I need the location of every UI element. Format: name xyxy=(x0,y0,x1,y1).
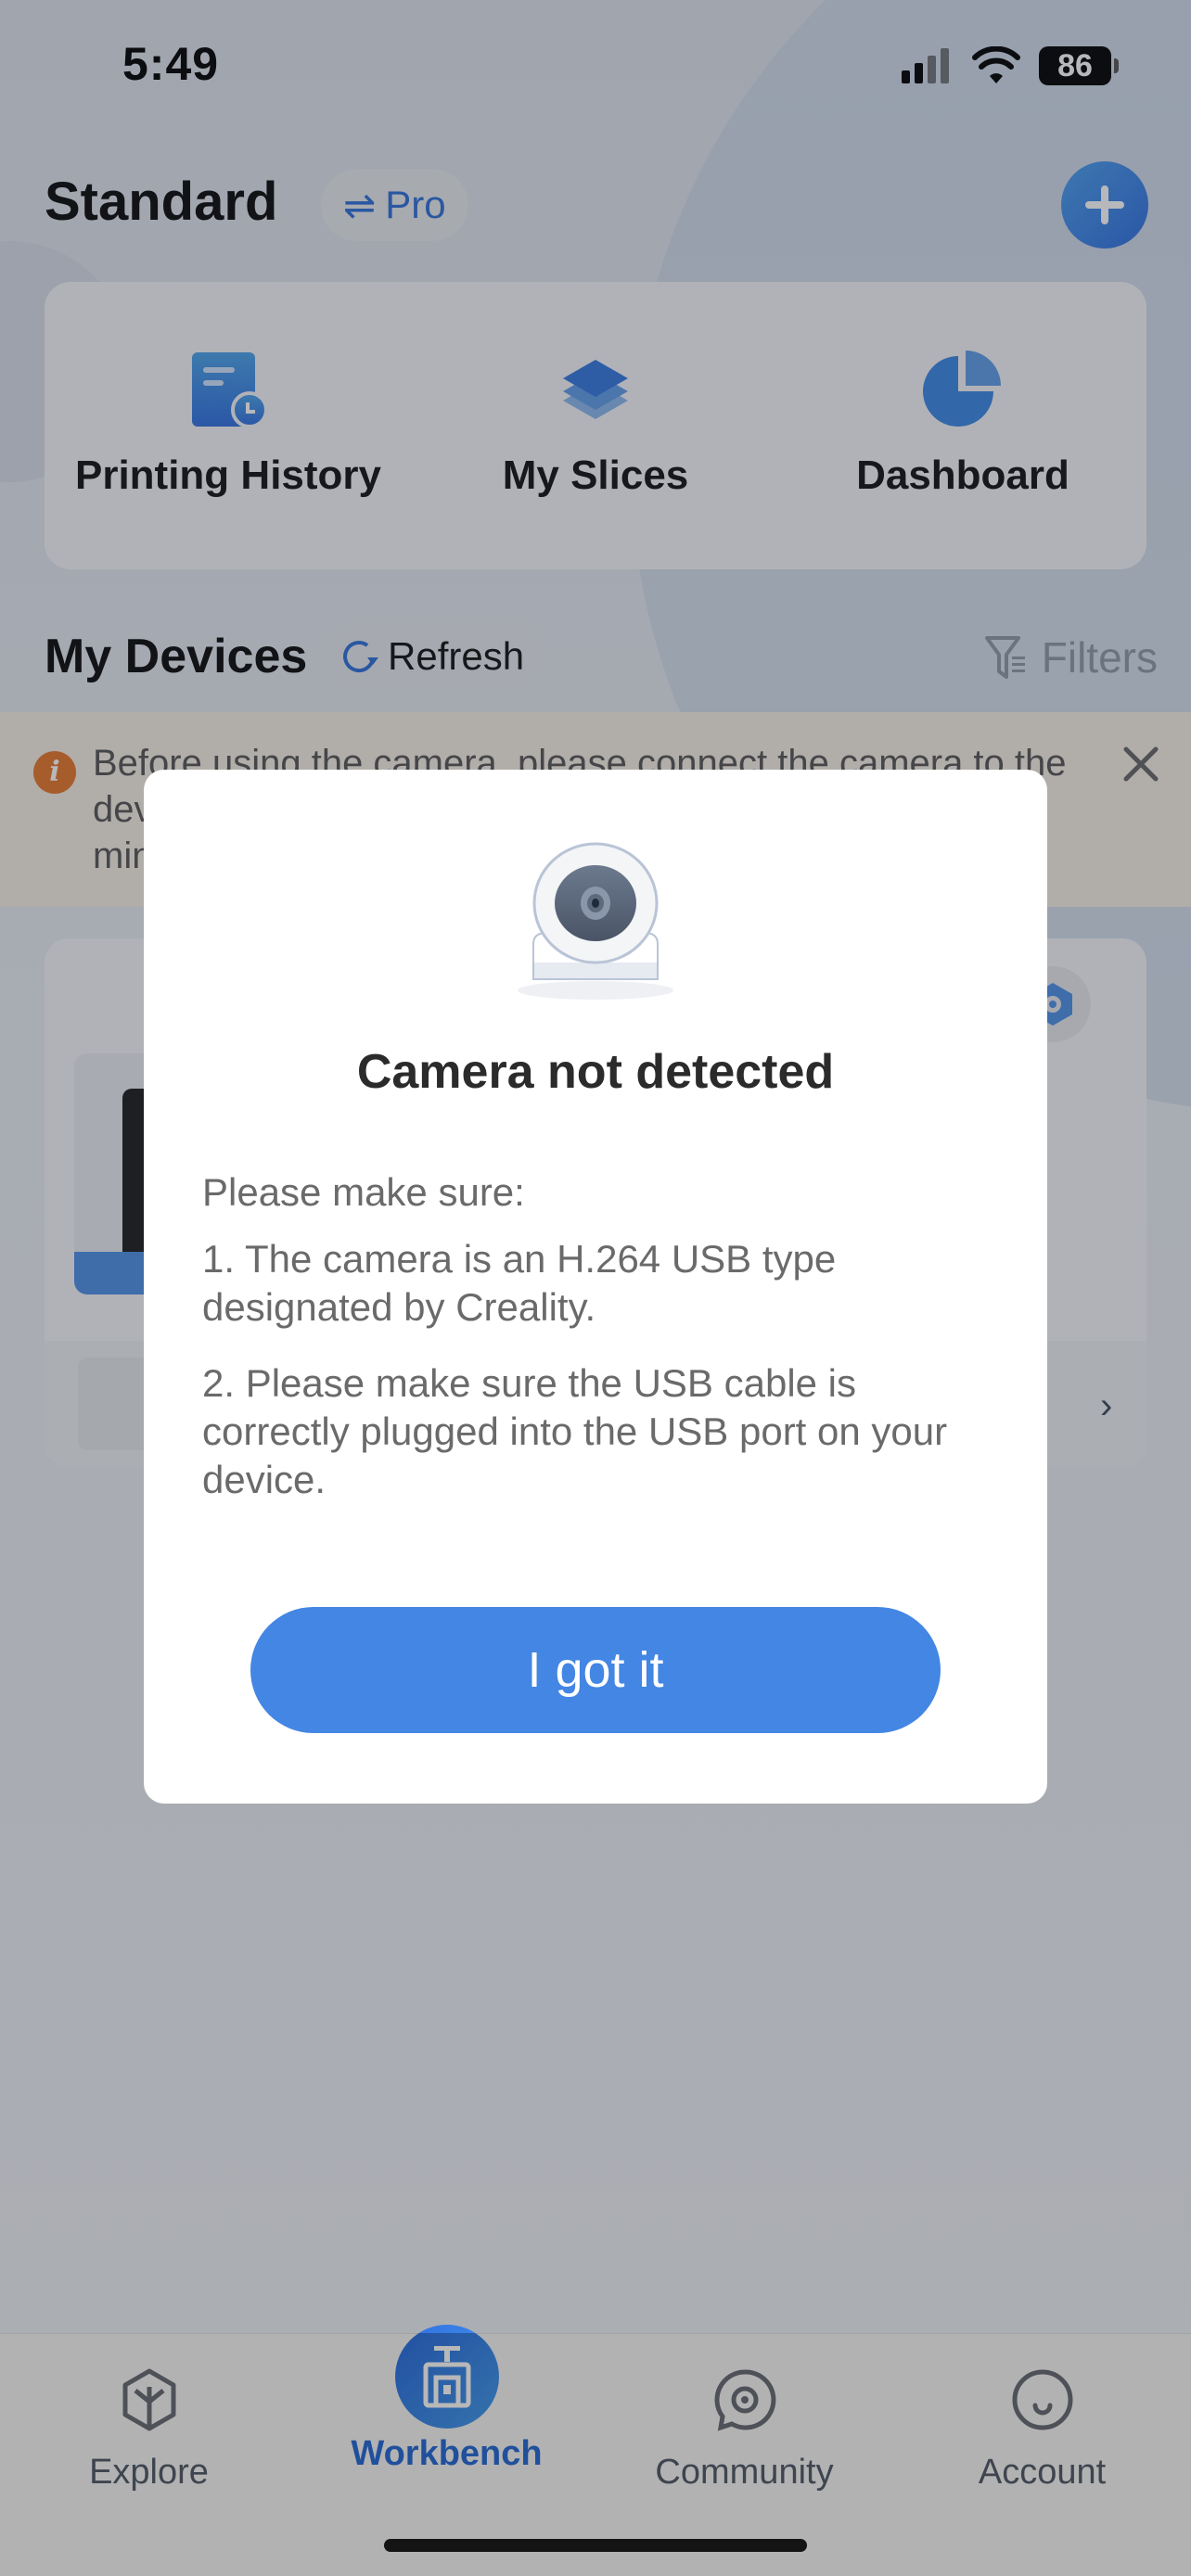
dialog-title: Camera not detected xyxy=(356,1045,835,1099)
dialog-item: 2. Please make sure the USB cable is cor… xyxy=(202,1361,948,1501)
confirm-button[interactable]: I got it xyxy=(250,1607,941,1733)
dialog-body: Please make sure: 1. The camera is an H.… xyxy=(202,1168,1000,1532)
home-indicator[interactable] xyxy=(384,2539,807,2552)
camera-not-detected-dialog: Camera not detected Please make sure: 1.… xyxy=(144,770,1047,1804)
webcam-icon xyxy=(518,842,673,1000)
dialog-item: 1. The camera is an H.264 USB type desig… xyxy=(202,1237,837,1329)
dialog-intro: Please make sure: xyxy=(202,1170,525,1214)
